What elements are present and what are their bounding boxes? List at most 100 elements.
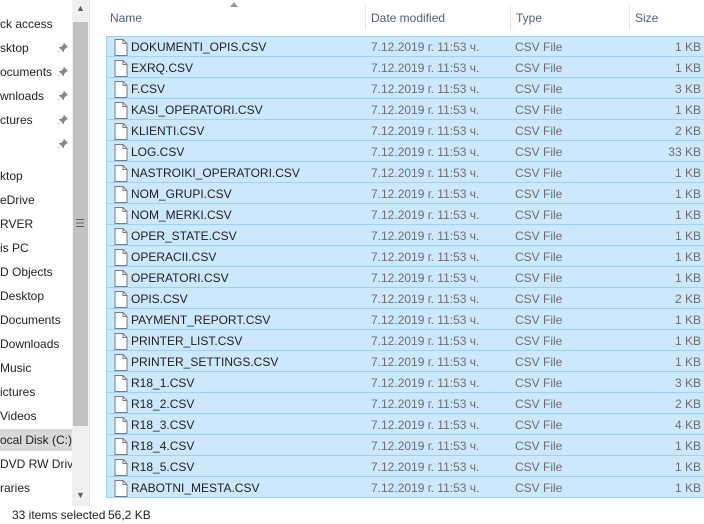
scroll-up-arrow-icon[interactable]: ▲	[75, 3, 86, 14]
nav-item-label: ocuments	[0, 65, 53, 79]
nav-item[interactable]: eDrive	[0, 189, 35, 211]
file-row[interactable]: R18_4.CSV 7.12.2019 г. 11:53 ч. CSV File 1 …	[106, 435, 704, 456]
file-date-modified: 7.12.2019 г. 11:53 ч.	[371, 124, 480, 138]
nav-item[interactable]: sktop	[0, 37, 29, 59]
file-row[interactable]: PRINTER_LIST.CSV 7.12.2019 г. 11:53 ч. CSV…	[106, 330, 704, 351]
file-size: 4 KB	[674, 418, 701, 432]
file-name: R18_1.CSV	[131, 376, 195, 390]
nav-item[interactable]: Desktop	[0, 285, 44, 307]
file-row[interactable]: OPER_STATE.CSV 7.12.2019 г. 11:53 ч. CSV F…	[106, 225, 704, 246]
file-type: CSV File	[515, 82, 563, 96]
csv-file-icon	[114, 459, 128, 476]
status-bar: 33 items selected 56,2 KB	[0, 506, 704, 524]
column-header-size[interactable]: Size	[629, 6, 704, 30]
nav-item-label: Music	[0, 361, 32, 375]
file-name: PRINTER_LIST.CSV	[131, 334, 243, 348]
selected-count: 33 items selected	[12, 508, 106, 522]
file-name: RABOTNI_MESTA.CSV	[131, 481, 260, 495]
nav-item[interactable]: ocal Disk (C:)	[0, 429, 72, 451]
resize-grip-icon[interactable]	[76, 218, 84, 228]
file-type: CSV File	[515, 439, 563, 453]
pin-icon[interactable]	[58, 115, 68, 125]
pin-icon[interactable]	[58, 91, 68, 101]
file-size: 2 KB	[674, 397, 701, 411]
file-size: 1 KB	[674, 40, 701, 54]
nav-item[interactable]: RVER	[0, 213, 33, 235]
nav-item-label: ck access	[0, 17, 53, 31]
nav-item[interactable]: ictures	[0, 381, 35, 403]
file-row[interactable]: KASI_OPERATORI.CSV 7.12.2019 г. 11:53 ч. C…	[106, 99, 704, 120]
nav-item[interactable]: DVD RW Drive	[0, 453, 72, 475]
column-header-date-modified[interactable]: Date modified	[365, 6, 511, 30]
file-date-modified: 7.12.2019 г. 11:53 ч.	[371, 208, 480, 222]
file-size: 1 KB	[674, 208, 701, 222]
nav-item[interactable]: ktop	[0, 165, 23, 187]
file-row[interactable]: DOKUMENTI_OPIS.CSV 7.12.2019 г. 11:53 ч. C…	[106, 36, 704, 57]
file-date-modified: 7.12.2019 г. 11:53 ч.	[371, 418, 480, 432]
file-size: 1 KB	[674, 439, 701, 453]
file-row[interactable]: OPERATORI.CSV 7.12.2019 г. 11:53 ч. CSV Fi…	[106, 267, 704, 288]
file-type: CSV File	[515, 124, 563, 138]
nav-item-label: ictures	[0, 385, 36, 399]
file-type: CSV File	[515, 208, 563, 222]
nav-item[interactable]: D Objects	[0, 261, 53, 283]
file-row[interactable]: PAYMENT_REPORT.CSV 7.12.2019 г. 11:53 ч. C…	[106, 309, 704, 330]
file-row[interactable]: NASTROIKI_OPERATORI.CSV 7.12.2019 г. 11:5…	[106, 162, 704, 183]
nav-item-label: ocal Disk (C:)	[0, 433, 72, 447]
file-row[interactable]: NOM_GRUPI.CSV 7.12.2019 г. 11:53 ч. CSV Fi…	[106, 183, 704, 204]
file-date-modified: 7.12.2019 г. 11:53 ч.	[371, 40, 480, 54]
nav-item[interactable]: ocuments	[0, 61, 52, 83]
pane-divider[interactable]	[89, 0, 90, 506]
scroll-down-arrow-icon[interactable]: ▼	[75, 490, 86, 501]
file-date-modified: 7.12.2019 г. 11:53 ч.	[371, 166, 480, 180]
file-date-modified: 7.12.2019 г. 11:53 ч.	[371, 439, 480, 453]
file-type: CSV File	[515, 334, 563, 348]
file-size: 1 KB	[674, 229, 701, 243]
file-row[interactable]: LOG.CSV 7.12.2019 г. 11:53 ч. CSV File 33 K…	[106, 141, 704, 162]
file-row[interactable]: OPERACII.CSV 7.12.2019 г. 11:53 ч. CSV Fil…	[106, 246, 704, 267]
column-header-type[interactable]: Type	[510, 6, 630, 30]
file-row[interactable]: OPIS.CSV 7.12.2019 г. 11:53 ч. CSV File 2 K…	[106, 288, 704, 309]
nav-item[interactable]: is PC	[0, 237, 29, 259]
csv-file-icon	[114, 396, 128, 413]
file-row[interactable]: EXRQ.CSV 7.12.2019 г. 11:53 ч. CSV File 1 K…	[106, 57, 704, 78]
file-row[interactable]: R18_3.CSV 7.12.2019 г. 11:53 ч. CSV File 4 …	[106, 414, 704, 435]
file-date-modified: 7.12.2019 г. 11:53 ч.	[371, 145, 480, 159]
file-size: 1 KB	[674, 103, 701, 117]
file-row[interactable]: R18_5.CSV 7.12.2019 г. 11:53 ч. CSV File 1 …	[106, 456, 704, 477]
file-row[interactable]: PRINTER_SETTINGS.CSV 7.12.2019 г. 11:53 ч…	[106, 351, 704, 372]
csv-file-icon	[114, 144, 128, 161]
nav-item-label: Videos	[0, 409, 37, 423]
file-date-modified: 7.12.2019 г. 11:53 ч.	[371, 313, 480, 327]
navigation-scrollbar[interactable]: ▲ ▼	[72, 0, 89, 506]
file-row[interactable]: KLIENTI.CSV 7.12.2019 г. 11:53 ч. CSV File…	[106, 120, 704, 141]
csv-file-icon	[114, 102, 128, 119]
csv-file-icon	[114, 60, 128, 77]
file-type: CSV File	[515, 145, 563, 159]
pin-icon[interactable]	[58, 67, 68, 77]
nav-item[interactable]: Videos	[0, 405, 36, 427]
nav-item[interactable]: Music	[0, 357, 31, 379]
nav-item[interactable]: ck access	[0, 13, 53, 35]
nav-item[interactable]: ctures	[0, 109, 33, 131]
file-size: 1 KB	[674, 334, 701, 348]
pin-icon[interactable]	[58, 139, 68, 149]
nav-item[interactable]: Downloads	[0, 333, 59, 355]
file-row[interactable]: F.CSV 7.12.2019 г. 11:53 ч. CSV File 3 KB	[106, 78, 704, 99]
file-date-modified: 7.12.2019 г. 11:53 ч.	[371, 334, 480, 348]
csv-file-icon	[114, 81, 128, 98]
file-row[interactable]: R18_2.CSV 7.12.2019 г. 11:53 ч. CSV File 2 …	[106, 393, 704, 414]
file-name: OPERACII.CSV	[131, 250, 217, 264]
column-header-name[interactable]: Name	[104, 6, 366, 30]
file-row[interactable]: RABOTNI_MESTA.CSV 7.12.2019 г. 11:53 ч. CS…	[106, 477, 704, 498]
file-size: 1 KB	[674, 187, 701, 201]
nav-item[interactable]: raries	[0, 477, 30, 499]
nav-item[interactable]: Documents	[0, 309, 61, 331]
file-row[interactable]: NOM_MERKI.CSV 7.12.2019 г. 11:53 ч. CSV Fi…	[106, 204, 704, 225]
file-type: CSV File	[515, 61, 563, 75]
file-type: CSV File	[515, 166, 563, 180]
file-row[interactable]: R18_1.CSV 7.12.2019 г. 11:53 ч. CSV File 3 …	[106, 372, 704, 393]
csv-file-icon	[114, 270, 128, 287]
nav-item[interactable]: wnloads	[0, 85, 44, 107]
pin-icon[interactable]	[58, 43, 68, 53]
